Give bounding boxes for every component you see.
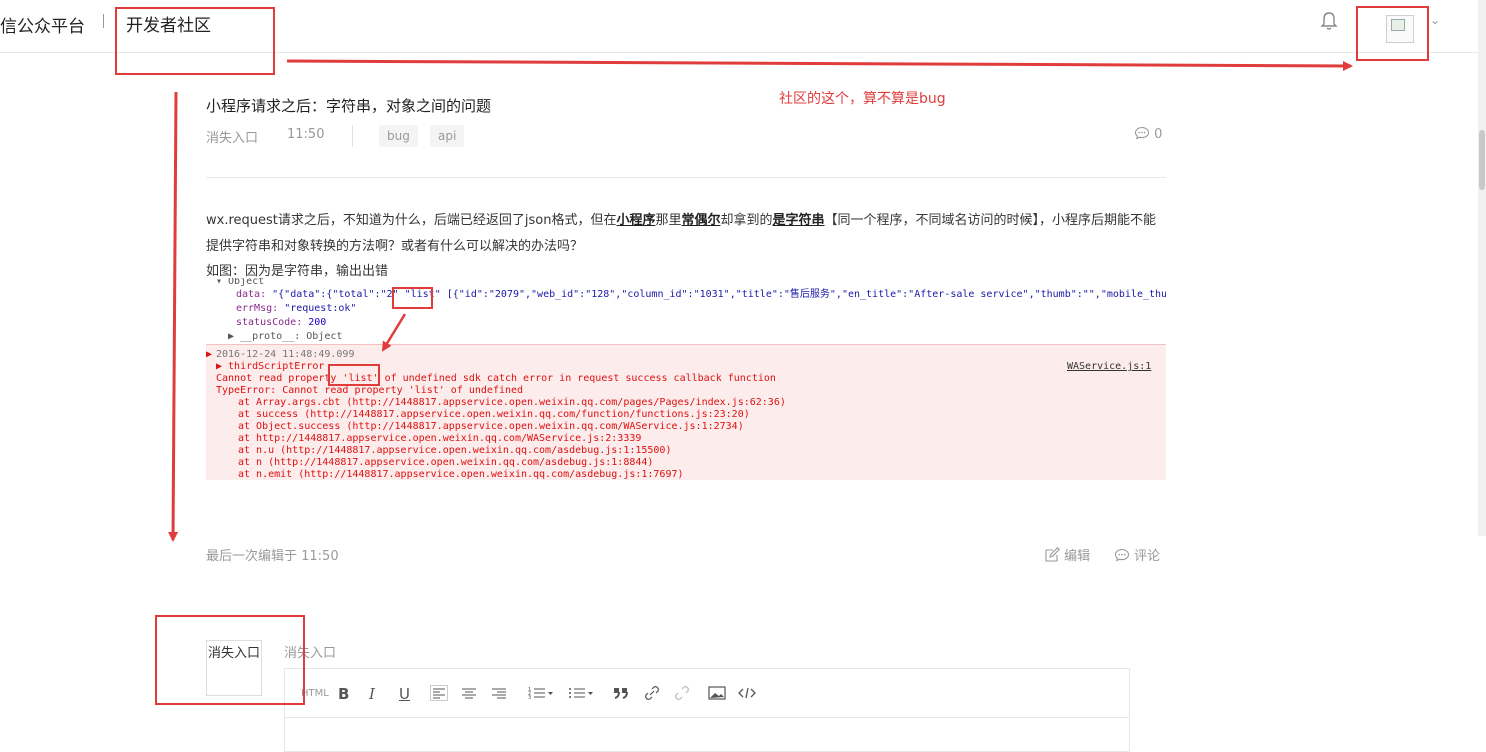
arrow-down <box>168 91 179 542</box>
arrow-to-error <box>381 313 407 352</box>
arrow-to-avatar <box>286 59 1353 71</box>
annotation-arrows <box>168 59 1353 542</box>
